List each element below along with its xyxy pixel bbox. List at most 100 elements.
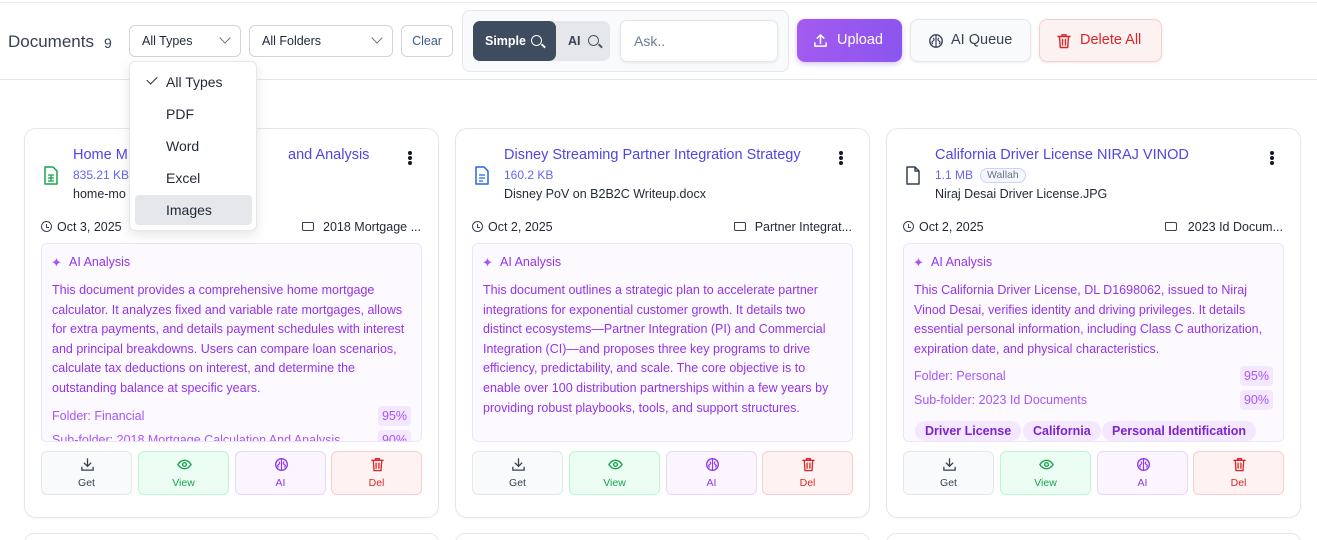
document-card	[24, 533, 439, 540]
type-filter-select[interactable]: All Types	[129, 25, 241, 57]
delete-button[interactable]: Del	[331, 451, 422, 495]
delete-button[interactable]: Del	[1193, 451, 1284, 495]
upload-date: Oct 2, 2025	[919, 220, 984, 234]
get-button[interactable]: Get	[472, 451, 563, 495]
get-label: Get	[78, 477, 95, 489]
eye-icon	[177, 459, 192, 470]
subfolder-suggestion: Sub-folder: 2018 Mortgage Calculation An…	[52, 430, 411, 441]
simple-search-label: Simple	[485, 34, 526, 48]
type-option-all[interactable]: All Types	[135, 67, 252, 97]
folder-suggestion-label: Folder: Financial	[52, 409, 145, 423]
file-name: Disney PoV on B2B2C Writeup.docx	[504, 187, 706, 201]
eye-icon	[608, 459, 623, 470]
file-size: 1.1 MB	[935, 168, 974, 182]
ai-analysis-heading: AI Analysis	[69, 255, 131, 269]
document-count: 9	[104, 35, 112, 51]
type-option-images[interactable]: Images	[135, 195, 252, 225]
more-options-icon[interactable]	[839, 151, 843, 155]
folder-name[interactable]: 2023 Id Docum...	[1188, 220, 1283, 234]
tag-chip[interactable]: Personal Identification	[1102, 421, 1257, 441]
folder-name[interactable]: Partner Integrat...	[755, 220, 852, 234]
file-icon	[906, 166, 920, 185]
type-option-excel[interactable]: Excel	[135, 163, 252, 193]
check-icon	[146, 73, 158, 85]
trash-icon	[1057, 34, 1071, 49]
ai-analysis-heading: AI Analysis	[931, 255, 993, 269]
document-title[interactable]: California Driver License NIRAJ VINOD	[935, 147, 1189, 163]
search-icon	[531, 35, 542, 46]
document-card	[455, 533, 870, 540]
type-option-label: All Types	[166, 74, 223, 90]
folder-name[interactable]: 2018 Mortgage ...	[323, 220, 421, 234]
tag-chip[interactable]: California	[1023, 421, 1101, 441]
view-button[interactable]: View	[138, 451, 229, 495]
file-size: 160.2 KB	[504, 168, 554, 182]
del-label: Del	[368, 477, 385, 489]
type-filter-dropdown: All Types PDF Word Excel Images	[129, 61, 257, 231]
document-title[interactable]: Home M	[73, 147, 128, 163]
sparkles-icon: ✦	[482, 255, 493, 270]
ask-input[interactable]	[620, 20, 778, 62]
folder-suggestion: Folder: Personal 95%	[914, 366, 1273, 386]
tag-chip[interactable]: Driver License	[915, 421, 1022, 441]
search-icon	[588, 35, 599, 46]
delete-all-button[interactable]: Delete All	[1039, 19, 1162, 62]
more-options-icon[interactable]	[1270, 151, 1274, 155]
ai-analysis-panel: ✦ AI Analysis This document provides a c…	[41, 243, 422, 442]
sparkles-icon: ✦	[51, 255, 62, 270]
brain-icon	[706, 458, 719, 471]
type-option-pdf[interactable]: PDF	[135, 99, 252, 129]
ai-label: AI	[275, 477, 286, 489]
clear-filters-button[interactable]: Clear	[401, 25, 453, 57]
ai-analysis-text: This document provides a comprehensive h…	[52, 283, 405, 395]
subfolder-suggestion-label: Sub-folder: 2023 Id Documents	[914, 393, 1088, 407]
ai-queue-button[interactable]: AI Queue	[910, 19, 1031, 62]
folder-icon	[1165, 222, 1177, 231]
type-filter-value: All Types	[142, 34, 193, 48]
upload-date: Oct 3, 2025	[57, 220, 122, 234]
del-label: Del	[799, 477, 816, 489]
file-name: Niraj Desai Driver License.JPG	[935, 187, 1108, 201]
confidence-badge: 95%	[1239, 366, 1273, 386]
page-title: Documents	[8, 32, 94, 51]
folder-suggestion-label: Folder: Personal	[914, 369, 1006, 383]
folder-filter-select[interactable]: All Folders	[249, 25, 393, 57]
download-icon	[943, 458, 956, 471]
ai-analysis-heading: AI Analysis	[500, 255, 562, 269]
chevron-down-icon	[371, 32, 383, 44]
trash-icon	[371, 458, 384, 472]
upload-icon	[814, 34, 827, 47]
view-button[interactable]: View	[1000, 451, 1091, 495]
document-card: California Driver License NIRAJ VINOD 1.…	[886, 128, 1301, 518]
file-name: home-mo	[73, 187, 126, 201]
get-button[interactable]: Get	[41, 451, 132, 495]
simple-search-button[interactable]: Simple	[473, 21, 556, 61]
ai-search-button[interactable]: AI	[568, 21, 581, 61]
upload-date: Oct 2, 2025	[488, 220, 553, 234]
clock-icon	[41, 221, 52, 232]
document-title[interactable]: Disney Streaming Partner Integration Str…	[504, 147, 801, 163]
file-size: 835.21 KB	[73, 168, 130, 182]
document-card: Disney Streaming Partner Integration Str…	[455, 128, 870, 518]
delete-button[interactable]: Del	[762, 451, 853, 495]
label-badge: Wallah	[980, 168, 1026, 183]
trash-icon	[802, 458, 815, 472]
ai-analysis-panel: ✦ AI Analysis This California Driver Lic…	[903, 243, 1284, 442]
clock-icon	[903, 221, 914, 232]
more-options-icon[interactable]	[408, 151, 412, 155]
type-option-label: Images	[166, 202, 212, 218]
ai-analysis-panel: ✦ AI Analysis This document outlines a s…	[472, 243, 853, 442]
ai-label: AI	[706, 477, 717, 489]
eye-icon	[1039, 459, 1054, 470]
ai-button[interactable]: AI	[1097, 451, 1188, 495]
confidence-badge: 95%	[377, 406, 411, 426]
ai-button[interactable]: AI	[666, 451, 757, 495]
upload-button[interactable]: Upload	[797, 19, 902, 62]
document-title-tail[interactable]: and Analysis	[288, 147, 369, 163]
confidence-badge: 90%	[1239, 390, 1273, 410]
type-option-word[interactable]: Word	[135, 131, 252, 161]
get-button[interactable]: Get	[903, 451, 994, 495]
ai-button[interactable]: AI	[235, 451, 326, 495]
view-button[interactable]: View	[569, 451, 660, 495]
type-option-label: Word	[166, 138, 200, 154]
